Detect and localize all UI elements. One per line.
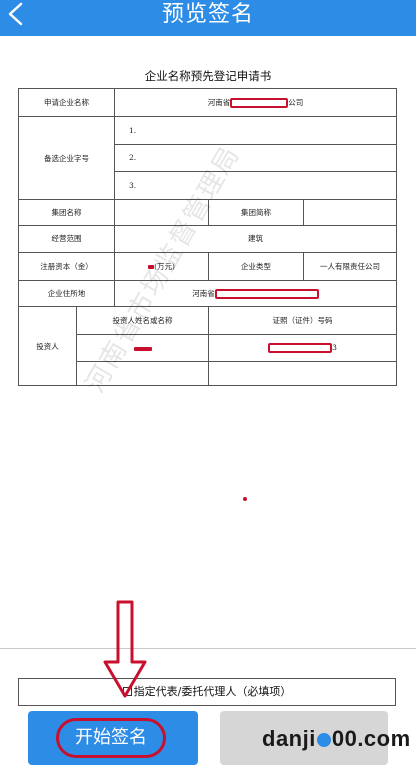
alt-name-1: 1. — [114, 116, 397, 145]
logo-ball-icon — [316, 733, 331, 747]
group-name-label: 集团名称 — [18, 199, 115, 227]
header-bar: 预览签名 — [0, 0, 416, 36]
start-signing-label: 开始签名 — [75, 727, 147, 748]
applicant-name-value: 河南省 公司 — [114, 87, 397, 118]
capital-label: 注册资本（金） — [18, 251, 115, 281]
application-form-table: 申请企业名称 河南省 公司 备选企业字号 1. 2. 3. 集团名称 集团简称 经… — [18, 87, 397, 387]
address-label: 企业住所地 — [18, 279, 115, 308]
investor-label: 投资人 — [18, 306, 77, 386]
company-type-label: 企业类型 — [208, 251, 304, 281]
investor-id-value: 3 — [208, 334, 397, 362]
group-short-label: 集团简称 — [208, 199, 304, 227]
section-divider — [0, 648, 416, 649]
business-scope-label: 经营范围 — [18, 225, 115, 253]
agent-section: 指定代表/委托代理人（必填项） — [18, 678, 396, 706]
red-dot-mark — [243, 497, 247, 501]
redaction-box — [230, 98, 289, 109]
agent-label: 指定代表/委托代理人（必填项） — [133, 685, 292, 698]
applicant-name-label: 申请企业名称 — [18, 87, 115, 118]
group-short-value — [303, 199, 397, 227]
investor-id-empty — [208, 360, 397, 387]
alt-name-2: 2. — [114, 143, 397, 172]
company-type-value: 一人有限责任公司 — [303, 251, 397, 281]
document-title: 企业名称预先登记申请书 — [144, 69, 272, 83]
investor-id-header: 证照（证件）号码 — [208, 306, 397, 336]
alt-names-label: 备选企业字号 — [18, 116, 115, 201]
alt-name-3: 3. — [114, 170, 397, 201]
down-arrow-icon — [103, 600, 147, 698]
site-logo: danji 00.com — [262, 726, 411, 751]
redaction-box — [214, 289, 319, 299]
page-title: 预览签名 — [161, 2, 254, 27]
redaction-box — [268, 343, 333, 354]
